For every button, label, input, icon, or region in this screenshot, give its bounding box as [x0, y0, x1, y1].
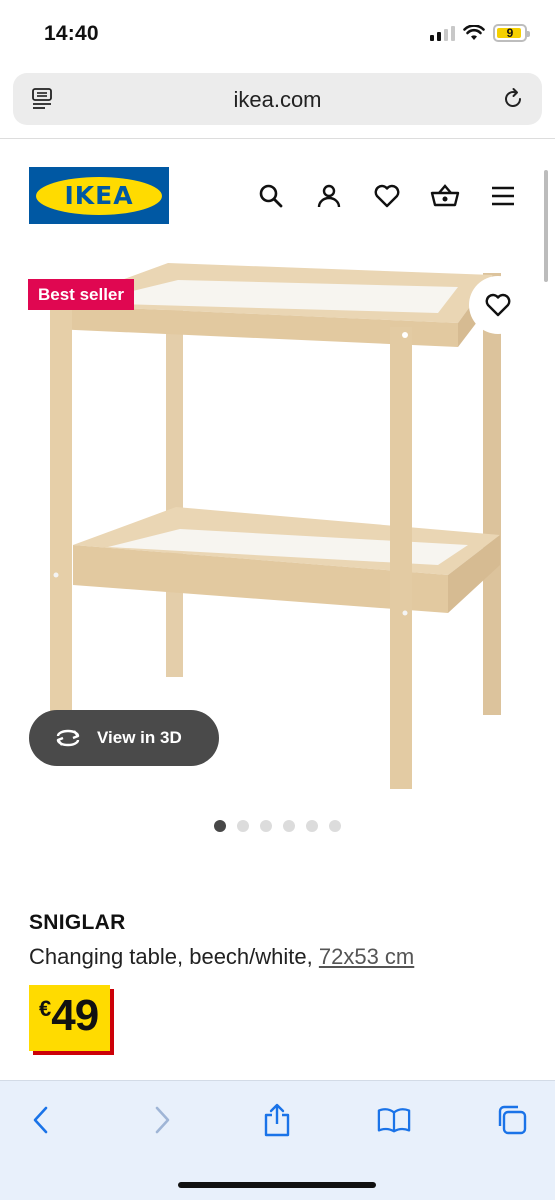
heart-icon [485, 293, 511, 317]
reload-icon[interactable] [500, 86, 526, 112]
logo-text: IKEA [64, 181, 134, 210]
product-description: Changing table, beech/white, 72x53 cm [29, 944, 414, 970]
view-in-3d-label: View in 3D [97, 728, 182, 747]
price-tag: € 49 [29, 985, 111, 1051]
carousel-dot[interactable] [306, 820, 318, 832]
favourite-button[interactable] [469, 276, 527, 334]
scrollbar[interactable] [544, 170, 548, 282]
carousel-dot[interactable] [260, 820, 272, 832]
status-time: 14:40 [44, 22, 99, 45]
logo-oval: IKEA [36, 176, 162, 215]
carousel-dot[interactable] [237, 820, 249, 832]
tabs-icon[interactable] [495, 1103, 529, 1137]
menu-icon[interactable] [488, 181, 518, 211]
price-value: 49 [51, 991, 99, 1040]
url-text[interactable]: ikea.com [13, 87, 542, 113]
heart-icon[interactable] [372, 181, 402, 211]
carousel-dot[interactable] [329, 820, 341, 832]
back-icon[interactable] [24, 1103, 58, 1137]
wifi-icon [463, 25, 485, 40]
battery-icon: 9 [493, 24, 530, 42]
header-actions [256, 181, 518, 211]
ikea-logo[interactable]: IKEA [29, 167, 169, 224]
page-divider [0, 138, 555, 139]
product-type: Changing table, beech/white, [29, 944, 319, 969]
best-seller-badge: Best seller [28, 279, 134, 310]
view-in-3d-button[interactable]: View in 3D [29, 710, 219, 766]
rotate-3d-icon [56, 729, 80, 747]
cellular-signal-icon [430, 25, 455, 41]
battery-level: 9 [506, 26, 514, 40]
share-icon[interactable] [260, 1103, 294, 1137]
forward-icon[interactable] [145, 1103, 179, 1137]
user-icon[interactable] [314, 181, 344, 211]
carousel-dot[interactable] [214, 820, 226, 832]
image-carousel-dots [214, 820, 341, 832]
product-size-link[interactable]: 72x53 cm [319, 944, 414, 969]
product-name[interactable]: SNIGLAR [29, 911, 126, 935]
address-bar[interactable]: ikea.com [13, 73, 542, 125]
bookmarks-icon[interactable] [377, 1103, 411, 1137]
status-bar: 14:40 9 [0, 0, 555, 68]
status-indicators: 9 [430, 24, 530, 42]
basket-icon[interactable] [430, 181, 460, 211]
price-currency: € [39, 996, 52, 1021]
carousel-dot[interactable] [283, 820, 295, 832]
home-indicator[interactable] [178, 1182, 376, 1188]
search-icon[interactable] [256, 181, 286, 211]
